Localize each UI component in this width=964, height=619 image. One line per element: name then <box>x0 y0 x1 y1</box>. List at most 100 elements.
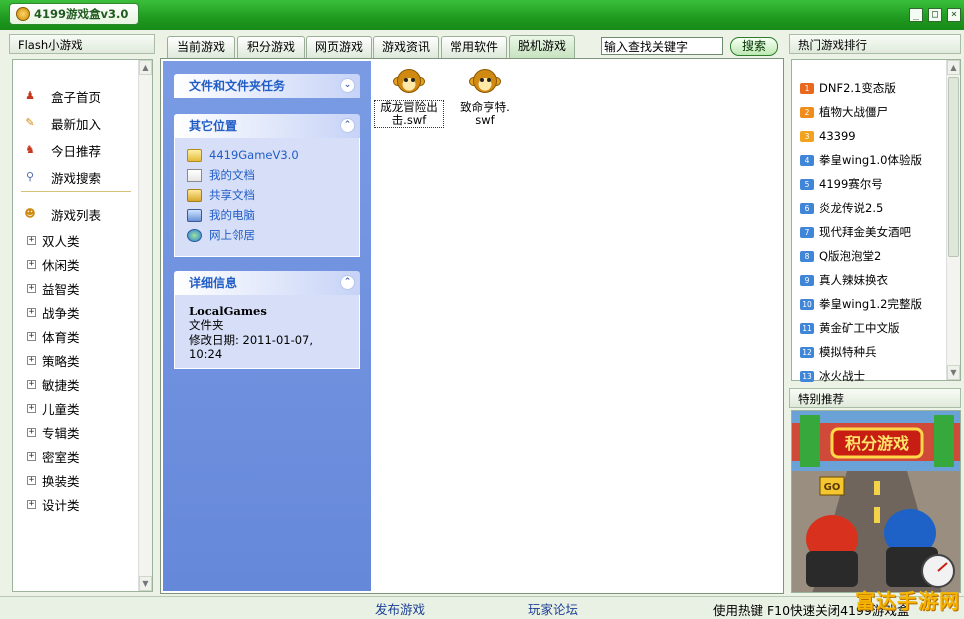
rank-item[interactable]: 12 模拟特种兵 <box>800 344 877 360</box>
collapse-chevron-icon[interactable]: ⌃ <box>340 275 355 290</box>
recommend-banner[interactable]: 积分游戏 GO <box>791 410 961 593</box>
expand-icon[interactable]: + <box>27 451 36 461</box>
place-link-my-computer[interactable]: 我的电脑 <box>175 205 359 225</box>
tab-software[interactable]: 常用软件 <box>441 36 507 58</box>
expand-icon[interactable]: + <box>27 331 36 341</box>
scroll-up-icon[interactable]: ▲ <box>947 60 960 75</box>
expand-chevron-icon[interactable]: ⌄ <box>340 78 355 93</box>
scroll-down-icon[interactable]: ▼ <box>947 365 960 380</box>
rank-item[interactable]: 9 真人辣妹换衣 <box>800 272 888 288</box>
tab-offline-games[interactable]: 脱机游戏 <box>509 35 575 58</box>
expand-icon[interactable]: + <box>27 499 36 509</box>
rank-item[interactable]: 6 炎龙传说2.5 <box>800 200 883 216</box>
search-icon: ⚲ <box>25 170 35 183</box>
place-link-folder[interactable]: 4419GameV3.0 <box>175 145 359 165</box>
place-link-my-documents[interactable]: 我的文档 <box>175 165 359 185</box>
details-body: LocalGames 文件夹 修改日期: 2011-01-07, 10:24 <box>174 295 360 369</box>
category-label: 设计类 <box>42 497 80 513</box>
category-item[interactable]: + 换装类 <box>27 472 80 489</box>
maximize-button[interactable]: □ <box>928 8 942 22</box>
rank-item[interactable]: 1 DNF2.1变态版 <box>800 80 896 96</box>
rank-item[interactable]: 4 拳皇wing1.0体验版 <box>800 152 922 168</box>
nav-search-label: 游戏搜索 <box>51 170 102 186</box>
close-button[interactable]: × <box>947 8 961 22</box>
expand-icon[interactable]: + <box>27 235 36 245</box>
rank-item[interactable]: 8 Q版泡泡堂2 <box>800 248 881 264</box>
category-item[interactable]: + 策略类 <box>27 352 80 369</box>
rank-scrollbar[interactable]: ▲ ▼ <box>946 60 960 380</box>
nav-home[interactable]: ♟ 盒子首页 <box>23 87 101 105</box>
place-link-shared-documents[interactable]: 共享文档 <box>175 185 359 205</box>
tab-game-news[interactable]: 游戏资讯 <box>373 36 439 58</box>
left-nav-panel: ♟ 盒子首页 ✎ 最新加入 ♞ 今日推荐 ⚲ 游戏搜索 ☻ 游戏列表 + 双人类 … <box>12 59 153 592</box>
expand-icon[interactable]: + <box>27 259 36 269</box>
category-item[interactable]: + 专辑类 <box>27 424 80 441</box>
file-name: 成龙冒险出 击.swf <box>374 100 444 128</box>
rank-number-badge: 13 <box>800 370 814 382</box>
expand-icon[interactable]: + <box>27 475 36 485</box>
rank-item-label: 4199赛尔号 <box>819 177 883 191</box>
file-item[interactable]: 致命亨特. swf <box>451 67 519 127</box>
rank-item[interactable]: 2 植物大战僵尸 <box>800 104 888 120</box>
network-places-icon <box>187 228 202 242</box>
nav-new[interactable]: ✎ 最新加入 <box>23 114 101 132</box>
scroll-thumb[interactable] <box>948 77 959 257</box>
monkey-game-icon <box>468 67 502 97</box>
file-tasks-header[interactable]: 文件和文件夹任务 ⌄ <box>174 74 360 98</box>
left-scrollbar[interactable]: ▲ ▼ <box>138 60 152 591</box>
rank-item[interactable]: 13 冰火战士 <box>800 368 865 384</box>
search-button[interactable]: 搜索 <box>730 37 778 56</box>
publish-game-link[interactable]: 发布游戏 <box>375 599 425 618</box>
my-documents-icon <box>187 168 202 182</box>
rank-item[interactable]: 5 4199赛尔号 <box>800 176 883 192</box>
category-item[interactable]: + 体育类 <box>27 328 80 345</box>
collapse-chevron-icon[interactable]: ⌃ <box>340 118 355 133</box>
rank-item-label: Q版泡泡堂2 <box>819 249 882 263</box>
category-item[interactable]: + 双人类 <box>27 232 80 249</box>
rank-item[interactable]: 10 拳皇wing1.2完整版 <box>800 296 922 312</box>
other-places-header[interactable]: 其它位置 ⌃ <box>174 114 360 138</box>
category-label: 专辑类 <box>42 425 80 441</box>
details-title: 详细信息 <box>189 276 238 290</box>
rank-number-badge: 6 <box>800 202 814 214</box>
category-label: 敏捷类 <box>42 377 80 393</box>
rank-item-label: 植物大战僵尸 <box>819 105 888 119</box>
category-item[interactable]: + 设计类 <box>27 496 80 513</box>
nav-recommend[interactable]: ♞ 今日推荐 <box>23 141 101 159</box>
expand-icon[interactable]: + <box>27 283 36 293</box>
rank-item-label: 黄金矿工中文版 <box>819 321 900 335</box>
category-item[interactable]: + 敏捷类 <box>27 376 80 393</box>
minimize-button[interactable]: _ <box>909 8 923 22</box>
tab-web-games[interactable]: 网页游戏 <box>306 36 372 58</box>
tab-current-games[interactable]: 当前游戏 <box>167 36 235 58</box>
site-watermark: 富达手游网 <box>855 589 960 613</box>
scroll-up-icon[interactable]: ▲ <box>139 60 152 75</box>
category-item[interactable]: + 密室类 <box>27 448 80 465</box>
expand-icon[interactable]: + <box>27 379 36 389</box>
nav-search[interactable]: ⚲ 游戏搜索 <box>23 168 101 186</box>
rank-item[interactable]: 3 43399 <box>800 128 856 144</box>
category-item[interactable]: + 战争类 <box>27 304 80 321</box>
category-label: 密室类 <box>42 449 80 465</box>
place-link-network[interactable]: 网上邻居 <box>175 225 359 245</box>
rank-item[interactable]: 11 黄金矿工中文版 <box>800 320 900 336</box>
left-panel-header: Flash小游戏 <box>9 34 155 54</box>
new-icon: ✎ <box>25 116 35 129</box>
search-input[interactable] <box>601 37 723 55</box>
file-item[interactable]: 成龙冒险出 击.swf <box>374 67 444 128</box>
expand-icon[interactable]: + <box>27 355 36 365</box>
shared-documents-icon <box>187 188 202 202</box>
tab-points-games[interactable]: 积分游戏 <box>237 36 305 58</box>
expand-icon[interactable]: + <box>27 427 36 437</box>
expand-icon[interactable]: + <box>27 403 36 413</box>
game-list-header[interactable]: ☻ 游戏列表 <box>23 205 101 223</box>
details-header[interactable]: 详细信息 ⌃ <box>174 271 360 295</box>
expand-icon[interactable]: + <box>27 307 36 317</box>
category-item[interactable]: + 休闲类 <box>27 256 80 273</box>
rank-item[interactable]: 7 现代拜金美女酒吧 <box>800 224 911 240</box>
scroll-down-icon[interactable]: ▼ <box>139 576 152 591</box>
player-forum-link[interactable]: 玩家论坛 <box>528 599 578 618</box>
category-item[interactable]: + 儿童类 <box>27 400 80 417</box>
category-item[interactable]: + 益智类 <box>27 280 80 297</box>
rank-item-label: 拳皇wing1.2完整版 <box>819 297 922 311</box>
